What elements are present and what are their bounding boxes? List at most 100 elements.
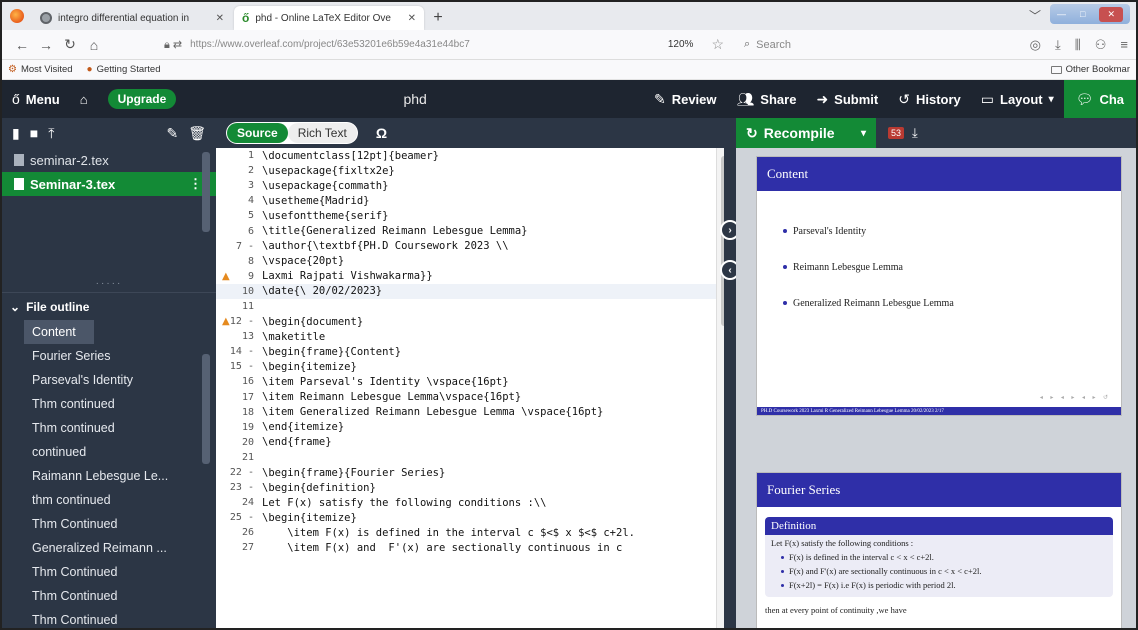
source-mode-button[interactable]: Source xyxy=(227,123,288,143)
window-controls[interactable]: — □ ✕ xyxy=(1050,4,1130,24)
outline-item[interactable]: Raimann Lebesgue Le... xyxy=(2,464,216,488)
code-line[interactable]: 17 \item Reimann Lebesgue Lemma\vspace{16… xyxy=(216,390,716,405)
new-tab-button[interactable]: + xyxy=(426,6,450,30)
code-line[interactable]: 15 - \begin{itemize} xyxy=(216,359,716,374)
new-file-icon[interactable]: ▮ xyxy=(12,125,20,142)
chat-button[interactable]: 💬︎ Cha xyxy=(1063,80,1136,118)
home-icon[interactable]: ⌂ xyxy=(82,37,106,53)
file-menu-icon[interactable]: ⋮ xyxy=(189,176,202,192)
pocket-icon[interactable]: ◎ xyxy=(1030,37,1041,53)
upgrade-button[interactable]: Upgrade xyxy=(107,89,177,109)
caret-down-icon[interactable]: ▾ xyxy=(861,128,866,139)
outline-item[interactable]: Content xyxy=(24,320,94,344)
delete-icon[interactable]: 🗑︎ xyxy=(188,125,206,142)
recompile-button[interactable]: ↻ Recompile ▾ xyxy=(736,118,876,148)
code-line[interactable]: 13 \maketitle xyxy=(216,329,716,344)
browser-tab[interactable]: integro differential equation in ✕ xyxy=(32,6,232,30)
downloads-icon[interactable]: ⤓ xyxy=(1055,37,1061,53)
symbol-palette-button[interactable]: Ω xyxy=(376,125,387,141)
code-line[interactable]: 5 \usefonttheme{serif} xyxy=(216,208,716,223)
outline-scrollbar[interactable] xyxy=(202,354,210,464)
browser-tab-active[interactable]: ő phd - Online LaTeX Editor Ove ✕ xyxy=(234,6,424,30)
new-folder-icon[interactable]: ■ xyxy=(30,125,38,141)
search-input[interactable]: ⌕ Search xyxy=(744,34,1024,56)
code-line[interactable]: 22 - \begin{frame}{Fourier Series} xyxy=(216,465,716,480)
code-line[interactable]: ▲ 12 - \begin{document} xyxy=(216,314,716,329)
zoom-level[interactable]: 120% xyxy=(662,38,700,51)
code-line[interactable]: 1 \documentclass[12pt]{beamer} xyxy=(216,148,716,163)
file-item-selected[interactable]: Seminar-3.tex ⋮ xyxy=(2,172,216,196)
home-button[interactable]: ⌂ xyxy=(70,80,98,118)
address-bar[interactable]: 🔒︎ ⇄ https://www.overleaf.com/project/63… xyxy=(164,34,724,56)
close-tab-icon[interactable]: ✕ xyxy=(216,13,224,24)
outline-item[interactable]: Thm Continued xyxy=(2,584,216,608)
code-line[interactable]: 20 \end{frame} xyxy=(216,435,716,450)
menu-icon[interactable]: ≡ xyxy=(1120,37,1128,53)
file-outline-header[interactable]: ⌄ File outline xyxy=(2,292,216,320)
lock-icon[interactable]: 🔒︎ ⇄ xyxy=(164,38,182,52)
code-line[interactable]: 14 - \begin{frame}{Content} xyxy=(216,344,716,359)
outline-item[interactable]: Thm Continued xyxy=(2,608,216,628)
code-line[interactable]: 2 \usepackage{fixltx2e} xyxy=(216,163,716,178)
project-title[interactable]: phd xyxy=(186,91,644,107)
rename-icon[interactable]: ✎ xyxy=(166,125,178,142)
outline-item[interactable]: Thm continued xyxy=(2,392,216,416)
minimize-icon[interactable]: — xyxy=(1057,9,1066,19)
share-button[interactable]: 👥︎ Share xyxy=(727,80,807,118)
bookmark-star-icon[interactable]: ☆ xyxy=(711,36,724,53)
bookmark-getting-started[interactable]: ● Getting Started xyxy=(87,64,161,75)
code-line[interactable]: 21 xyxy=(216,450,716,465)
outline-item[interactable]: continued xyxy=(2,440,216,464)
logs-badge[interactable]: 53 xyxy=(888,127,905,139)
code-line[interactable]: 7 - \author{\textbf{PH.D Coursework 2023 … xyxy=(216,239,716,254)
file-item[interactable]: seminar-2.tex xyxy=(2,148,216,172)
code-line[interactable]: 8 \vspace{20pt} xyxy=(216,254,716,269)
submit-button[interactable]: ➜ Submit xyxy=(806,80,888,118)
code-line[interactable]: 11 xyxy=(216,299,716,314)
other-bookmarks[interactable]: Other Bookmar xyxy=(1050,64,1130,75)
code-line[interactable]: 3 \usepackage{commath} xyxy=(216,178,716,193)
library-icon[interactable]: ⫼ xyxy=(1075,37,1081,53)
download-icon[interactable]: ⤓ xyxy=(912,125,918,141)
layout-button[interactable]: ▭ Layout ▾ xyxy=(971,80,1064,118)
code-line[interactable]: 24 Let F(x) satisfy the following conditi… xyxy=(216,495,716,510)
rich-text-mode-button[interactable]: Rich Text xyxy=(287,123,357,143)
close-window-icon[interactable]: ✕ xyxy=(1099,6,1123,22)
code-lines[interactable]: 1 \documentclass[12pt]{beamer} 2 \usepackag… xyxy=(216,148,716,628)
review-button[interactable]: ✎ Review xyxy=(644,80,727,118)
firefox-icon[interactable] xyxy=(2,2,32,30)
code-line[interactable]: 27 \item F(x) and F'(x) are sectionally … xyxy=(216,540,716,555)
code-line[interactable]: 19 \end{itemize} xyxy=(216,420,716,435)
code-line[interactable]: 26 \item F(x) is defined in the interval… xyxy=(216,525,716,540)
code-line[interactable]: ▲ 9 Laxmi Rajpati Vishwakarma}} xyxy=(216,269,716,284)
list-tabs-icon[interactable]: ﹀ xyxy=(1020,7,1050,30)
history-button[interactable]: ↺ History xyxy=(888,80,971,118)
upload-icon[interactable]: ⤒ xyxy=(48,125,54,142)
file-list-scrollbar[interactable] xyxy=(202,152,210,232)
reload-icon[interactable]: ↻ xyxy=(58,36,82,53)
warning-icon[interactable]: ▲ xyxy=(216,316,230,327)
outline-item[interactable]: Thm Continued xyxy=(2,512,216,536)
code-line[interactable]: 18 \item Generalized Reimann Lebesgue Lem… xyxy=(216,405,716,420)
code-line[interactable]: 23 - \begin{definition} xyxy=(216,480,716,495)
menu-button[interactable]: ő Menu xyxy=(2,80,70,118)
outline-item[interactable]: Fourier Series xyxy=(2,344,216,368)
warning-icon[interactable]: ▲ xyxy=(216,271,230,282)
outline-item[interactable]: Parseval's Identity xyxy=(2,368,216,392)
outline-item[interactable]: Generalized Reimann ... xyxy=(2,536,216,560)
outline-item[interactable]: Thm Continued xyxy=(2,560,216,584)
code-line[interactable]: 16 \item Parseval's Identity \vspace{16pt… xyxy=(216,374,716,389)
code-line[interactable]: 25 - \begin{itemize} xyxy=(216,510,716,525)
code-line[interactable]: 10 \date{\ 20/02/2023} xyxy=(216,283,716,299)
resize-handle[interactable]: ····· xyxy=(2,278,216,292)
forward-icon[interactable]: → xyxy=(34,37,58,53)
maximize-icon[interactable]: □ xyxy=(1080,9,1085,19)
bookmark-most-visited[interactable]: ⚙ Most Visited xyxy=(8,64,73,75)
code-line[interactable]: 6 \title{Generalized Reimann Lebesgue Lem… xyxy=(216,223,716,238)
code-line[interactable]: 4 \usetheme{Madrid} xyxy=(216,193,716,208)
outline-item[interactable]: thm continued xyxy=(2,488,216,512)
back-icon[interactable]: ← xyxy=(10,37,34,53)
account-icon[interactable]: ⚇ xyxy=(1095,37,1107,53)
close-tab-icon[interactable]: ✕ xyxy=(408,13,416,24)
outline-item[interactable]: Thm continued xyxy=(2,416,216,440)
